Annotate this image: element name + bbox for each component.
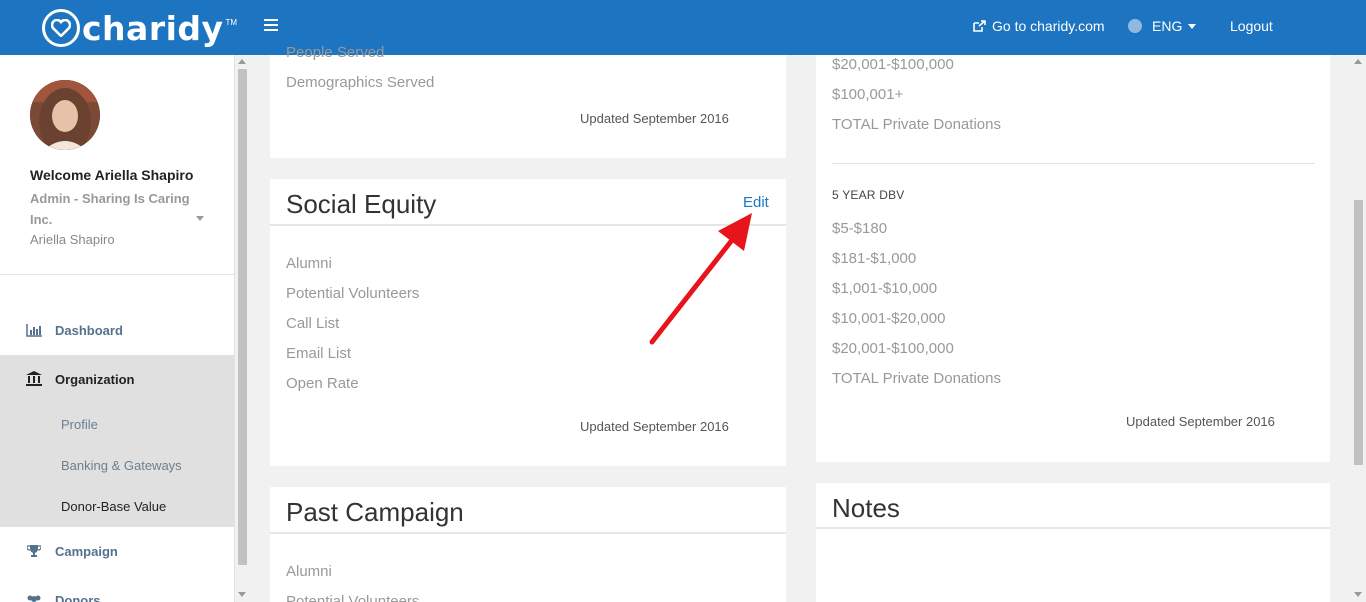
- sidebar-item-donor-base-value[interactable]: Donor-Base Value: [61, 499, 166, 514]
- sidebar-item-organization[interactable]: Organization: [0, 359, 234, 399]
- hamburger-menu-icon[interactable]: [264, 19, 278, 33]
- updated-date: Updated September 2016: [1126, 414, 1275, 429]
- row-open-rate: Open Rate: [286, 375, 359, 392]
- section-label: 5 YEAR DBV: [832, 188, 905, 202]
- row-email-list: Email List: [286, 345, 352, 362]
- top-navbar: charidy TM Go to charidy.com ENG Logout: [0, 0, 1366, 55]
- row-range: $20,001-$100,000: [832, 340, 954, 357]
- external-link-icon: [973, 20, 986, 32]
- row-potential-volunteers: Potential Volunteers: [286, 285, 420, 302]
- sidebar-item-donors[interactable]: Donors: [0, 580, 234, 602]
- globe-icon: [1128, 19, 1142, 33]
- sidebar-item-profile[interactable]: Profile: [61, 417, 98, 432]
- row-potential-volunteers: Potential Volunteers: [286, 593, 420, 602]
- page-scroll-thumb[interactable]: [1354, 200, 1363, 465]
- annotation-arrow-icon: [649, 213, 752, 345]
- logout-link[interactable]: Logout: [1230, 18, 1273, 34]
- impact-card: People Served Demographics Served Update…: [270, 44, 786, 158]
- users-icon: [26, 593, 42, 602]
- updated-date: Updated September 2016: [580, 419, 729, 434]
- row-total: TOTAL Private Donations: [832, 370, 1001, 387]
- scroll-up-arrow-icon[interactable]: [238, 59, 246, 64]
- charidy-logo[interactable]: charidy TM: [42, 8, 237, 48]
- row-call-list: Call List: [286, 315, 340, 332]
- avatar: [30, 80, 100, 150]
- row-range: $1,001-$10,000: [832, 280, 938, 297]
- org-role-text: Admin - Sharing Is Caring Inc.: [30, 191, 190, 227]
- sidebar-scrollbar[interactable]: [234, 55, 249, 602]
- scroll-down-arrow-icon[interactable]: [238, 592, 246, 597]
- scroll-up-arrow-icon[interactable]: [1354, 59, 1362, 64]
- sidebar-scroll-thumb[interactable]: [238, 69, 247, 565]
- card-title: Social Equity: [286, 189, 437, 219]
- language-dropdown[interactable]: ENG: [1128, 18, 1197, 34]
- row-total: TOTAL Private Donations: [832, 116, 1001, 133]
- page-scrollbar[interactable]: [1351, 55, 1366, 602]
- bank-icon: [26, 371, 42, 386]
- sidebar-item-campaign[interactable]: Campaign: [0, 531, 234, 571]
- org-switch-caret-icon[interactable]: [196, 216, 204, 221]
- row-range: $100,001+: [832, 86, 904, 103]
- scroll-down-arrow-icon[interactable]: [1354, 592, 1362, 597]
- trophy-icon: [26, 544, 42, 558]
- caret-down-icon: [1188, 23, 1197, 29]
- row-range: $10,001-$20,000: [832, 310, 946, 327]
- row-demographics-served: Demographics Served: [286, 74, 435, 91]
- card-title: Notes: [832, 493, 900, 523]
- username-text: Ariella Shapiro: [30, 232, 115, 247]
- notes-card: Notes: [816, 483, 1330, 602]
- row-alumni: Alumni: [286, 255, 332, 272]
- donor-base-value-card: $20,001-$100,000 $100,001+ TOTAL Private…: [816, 55, 1330, 462]
- row-range: $20,001-$100,000: [832, 56, 954, 73]
- row-alumni: Alumni: [286, 563, 332, 580]
- row-people-served: People Served: [286, 44, 385, 61]
- card-title: Past Campaign: [286, 497, 464, 527]
- goto-charidy-link[interactable]: Go to charidy.com: [973, 18, 1105, 34]
- bar-chart-icon: [26, 323, 42, 337]
- welcome-text: Welcome Ariella Shapiro: [30, 167, 194, 183]
- heart-logo-icon: [42, 9, 80, 47]
- sidebar: Welcome Ariella Shapiro Admin - Sharing …: [0, 55, 234, 602]
- sidebar-item-banking[interactable]: Banking & Gateways: [61, 458, 182, 473]
- brand-name: charidy: [82, 8, 224, 48]
- row-range: $181-$1,000: [832, 250, 917, 267]
- updated-date: Updated September 2016: [580, 111, 729, 126]
- past-campaign-card: Past Campaign Alumni Potential Volunteer…: [270, 487, 786, 602]
- sidebar-item-dashboard[interactable]: Dashboard: [0, 310, 234, 350]
- row-range: $5-$180: [832, 220, 888, 237]
